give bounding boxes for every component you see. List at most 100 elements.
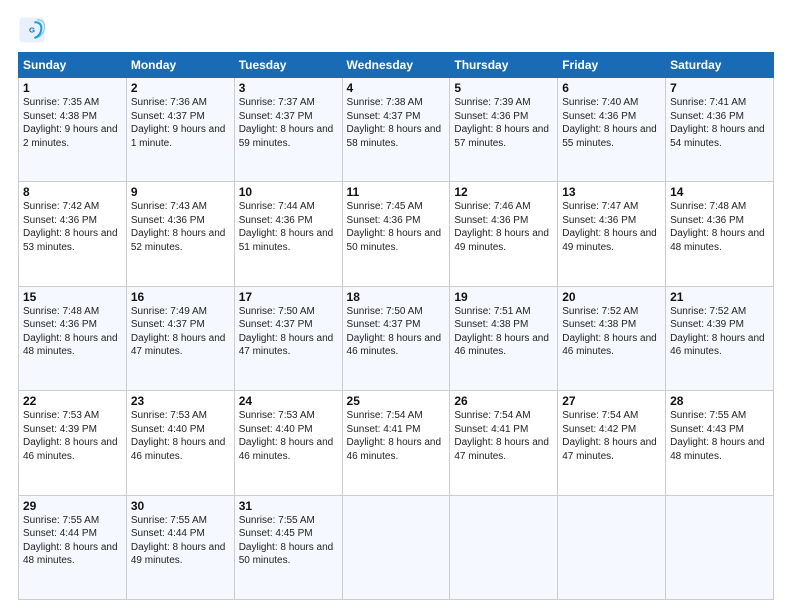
day-number: 18 bbox=[347, 290, 446, 304]
calendar-cell: 6 Sunrise: 7:40 AM Sunset: 4:36 PM Dayli… bbox=[558, 78, 666, 182]
calendar-cell: 13 Sunrise: 7:47 AM Sunset: 4:36 PM Dayl… bbox=[558, 182, 666, 286]
day-info: Sunrise: 7:39 AM Sunset: 4:36 PM Dayligh… bbox=[454, 96, 553, 150]
calendar-cell: 24 Sunrise: 7:53 AM Sunset: 4:40 PM Dayl… bbox=[234, 391, 342, 495]
calendar-cell: 1 Sunrise: 7:35 AM Sunset: 4:38 PM Dayli… bbox=[19, 78, 127, 182]
day-info: Sunrise: 7:44 AM Sunset: 4:36 PM Dayligh… bbox=[239, 200, 338, 254]
weekday-header: Monday bbox=[126, 53, 234, 78]
logo-icon: G bbox=[18, 16, 46, 44]
day-number: 29 bbox=[23, 499, 122, 513]
calendar-week-row: 15 Sunrise: 7:48 AM Sunset: 4:36 PM Dayl… bbox=[19, 286, 774, 390]
calendar-cell: 11 Sunrise: 7:45 AM Sunset: 4:36 PM Dayl… bbox=[342, 182, 450, 286]
calendar-cell: 31 Sunrise: 7:55 AM Sunset: 4:45 PM Dayl… bbox=[234, 495, 342, 599]
calendar-cell: 25 Sunrise: 7:54 AM Sunset: 4:41 PM Dayl… bbox=[342, 391, 450, 495]
day-info: Sunrise: 7:40 AM Sunset: 4:36 PM Dayligh… bbox=[562, 96, 661, 150]
day-info: Sunrise: 7:53 AM Sunset: 4:40 PM Dayligh… bbox=[131, 409, 230, 463]
weekday-header: Wednesday bbox=[342, 53, 450, 78]
calendar-cell: 7 Sunrise: 7:41 AM Sunset: 4:36 PM Dayli… bbox=[666, 78, 774, 182]
calendar-cell: 9 Sunrise: 7:43 AM Sunset: 4:36 PM Dayli… bbox=[126, 182, 234, 286]
day-info: Sunrise: 7:43 AM Sunset: 4:36 PM Dayligh… bbox=[131, 200, 230, 254]
calendar-cell bbox=[450, 495, 558, 599]
calendar-cell: 27 Sunrise: 7:54 AM Sunset: 4:42 PM Dayl… bbox=[558, 391, 666, 495]
day-number: 17 bbox=[239, 290, 338, 304]
day-info: Sunrise: 7:42 AM Sunset: 4:36 PM Dayligh… bbox=[23, 200, 122, 254]
day-number: 27 bbox=[562, 394, 661, 408]
svg-text:G: G bbox=[29, 26, 35, 35]
calendar-cell: 23 Sunrise: 7:53 AM Sunset: 4:40 PM Dayl… bbox=[126, 391, 234, 495]
day-number: 28 bbox=[670, 394, 769, 408]
day-number: 4 bbox=[347, 81, 446, 95]
day-info: Sunrise: 7:45 AM Sunset: 4:36 PM Dayligh… bbox=[347, 200, 446, 254]
day-info: Sunrise: 7:52 AM Sunset: 4:38 PM Dayligh… bbox=[562, 305, 661, 359]
day-number: 20 bbox=[562, 290, 661, 304]
calendar-cell: 20 Sunrise: 7:52 AM Sunset: 4:38 PM Dayl… bbox=[558, 286, 666, 390]
weekday-header: Friday bbox=[558, 53, 666, 78]
day-info: Sunrise: 7:51 AM Sunset: 4:38 PM Dayligh… bbox=[454, 305, 553, 359]
calendar-cell bbox=[666, 495, 774, 599]
calendar-cell: 4 Sunrise: 7:38 AM Sunset: 4:37 PM Dayli… bbox=[342, 78, 450, 182]
weekday-header: Thursday bbox=[450, 53, 558, 78]
day-info: Sunrise: 7:55 AM Sunset: 4:44 PM Dayligh… bbox=[23, 514, 122, 568]
calendar-week-row: 8 Sunrise: 7:42 AM Sunset: 4:36 PM Dayli… bbox=[19, 182, 774, 286]
day-info: Sunrise: 7:52 AM Sunset: 4:39 PM Dayligh… bbox=[670, 305, 769, 359]
day-info: Sunrise: 7:53 AM Sunset: 4:40 PM Dayligh… bbox=[239, 409, 338, 463]
day-info: Sunrise: 7:49 AM Sunset: 4:37 PM Dayligh… bbox=[131, 305, 230, 359]
calendar-cell: 19 Sunrise: 7:51 AM Sunset: 4:38 PM Dayl… bbox=[450, 286, 558, 390]
day-info: Sunrise: 7:38 AM Sunset: 4:37 PM Dayligh… bbox=[347, 96, 446, 150]
day-number: 26 bbox=[454, 394, 553, 408]
calendar-cell: 30 Sunrise: 7:55 AM Sunset: 4:44 PM Dayl… bbox=[126, 495, 234, 599]
calendar-cell: 12 Sunrise: 7:46 AM Sunset: 4:36 PM Dayl… bbox=[450, 182, 558, 286]
day-number: 19 bbox=[454, 290, 553, 304]
day-info: Sunrise: 7:54 AM Sunset: 4:41 PM Dayligh… bbox=[347, 409, 446, 463]
logo: G bbox=[18, 16, 50, 44]
calendar-week-row: 1 Sunrise: 7:35 AM Sunset: 4:38 PM Dayli… bbox=[19, 78, 774, 182]
calendar-cell: 14 Sunrise: 7:48 AM Sunset: 4:36 PM Dayl… bbox=[666, 182, 774, 286]
day-number: 11 bbox=[347, 185, 446, 199]
day-number: 3 bbox=[239, 81, 338, 95]
day-number: 25 bbox=[347, 394, 446, 408]
calendar-cell: 28 Sunrise: 7:55 AM Sunset: 4:43 PM Dayl… bbox=[666, 391, 774, 495]
calendar-cell: 21 Sunrise: 7:52 AM Sunset: 4:39 PM Dayl… bbox=[666, 286, 774, 390]
day-info: Sunrise: 7:55 AM Sunset: 4:44 PM Dayligh… bbox=[131, 514, 230, 568]
day-number: 31 bbox=[239, 499, 338, 513]
day-info: Sunrise: 7:55 AM Sunset: 4:45 PM Dayligh… bbox=[239, 514, 338, 568]
calendar-cell: 15 Sunrise: 7:48 AM Sunset: 4:36 PM Dayl… bbox=[19, 286, 127, 390]
day-number: 2 bbox=[131, 81, 230, 95]
day-info: Sunrise: 7:36 AM Sunset: 4:37 PM Dayligh… bbox=[131, 96, 230, 150]
calendar-cell: 26 Sunrise: 7:54 AM Sunset: 4:41 PM Dayl… bbox=[450, 391, 558, 495]
day-info: Sunrise: 7:37 AM Sunset: 4:37 PM Dayligh… bbox=[239, 96, 338, 150]
day-number: 14 bbox=[670, 185, 769, 199]
day-info: Sunrise: 7:54 AM Sunset: 4:42 PM Dayligh… bbox=[562, 409, 661, 463]
calendar-cell: 8 Sunrise: 7:42 AM Sunset: 4:36 PM Dayli… bbox=[19, 182, 127, 286]
day-number: 15 bbox=[23, 290, 122, 304]
day-info: Sunrise: 7:48 AM Sunset: 4:36 PM Dayligh… bbox=[23, 305, 122, 359]
calendar-cell: 2 Sunrise: 7:36 AM Sunset: 4:37 PM Dayli… bbox=[126, 78, 234, 182]
day-info: Sunrise: 7:50 AM Sunset: 4:37 PM Dayligh… bbox=[347, 305, 446, 359]
calendar-cell: 29 Sunrise: 7:55 AM Sunset: 4:44 PM Dayl… bbox=[19, 495, 127, 599]
day-number: 24 bbox=[239, 394, 338, 408]
calendar-cell bbox=[342, 495, 450, 599]
day-number: 23 bbox=[131, 394, 230, 408]
calendar-cell: 10 Sunrise: 7:44 AM Sunset: 4:36 PM Dayl… bbox=[234, 182, 342, 286]
day-info: Sunrise: 7:50 AM Sunset: 4:37 PM Dayligh… bbox=[239, 305, 338, 359]
weekday-header: Saturday bbox=[666, 53, 774, 78]
day-number: 6 bbox=[562, 81, 661, 95]
day-number: 8 bbox=[23, 185, 122, 199]
weekday-header: Sunday bbox=[19, 53, 127, 78]
weekday-header-row: SundayMondayTuesdayWednesdayThursdayFrid… bbox=[19, 53, 774, 78]
day-number: 13 bbox=[562, 185, 661, 199]
day-info: Sunrise: 7:35 AM Sunset: 4:38 PM Dayligh… bbox=[23, 96, 122, 150]
calendar-cell: 5 Sunrise: 7:39 AM Sunset: 4:36 PM Dayli… bbox=[450, 78, 558, 182]
day-info: Sunrise: 7:48 AM Sunset: 4:36 PM Dayligh… bbox=[670, 200, 769, 254]
header: G bbox=[18, 16, 774, 44]
day-number: 10 bbox=[239, 185, 338, 199]
calendar-cell: 16 Sunrise: 7:49 AM Sunset: 4:37 PM Dayl… bbox=[126, 286, 234, 390]
day-number: 16 bbox=[131, 290, 230, 304]
calendar-cell: 22 Sunrise: 7:53 AM Sunset: 4:39 PM Dayl… bbox=[19, 391, 127, 495]
calendar-cell: 18 Sunrise: 7:50 AM Sunset: 4:37 PM Dayl… bbox=[342, 286, 450, 390]
day-number: 5 bbox=[454, 81, 553, 95]
calendar-week-row: 29 Sunrise: 7:55 AM Sunset: 4:44 PM Dayl… bbox=[19, 495, 774, 599]
day-number: 22 bbox=[23, 394, 122, 408]
day-info: Sunrise: 7:54 AM Sunset: 4:41 PM Dayligh… bbox=[454, 409, 553, 463]
calendar-table: SundayMondayTuesdayWednesdayThursdayFrid… bbox=[18, 52, 774, 600]
day-info: Sunrise: 7:47 AM Sunset: 4:36 PM Dayligh… bbox=[562, 200, 661, 254]
